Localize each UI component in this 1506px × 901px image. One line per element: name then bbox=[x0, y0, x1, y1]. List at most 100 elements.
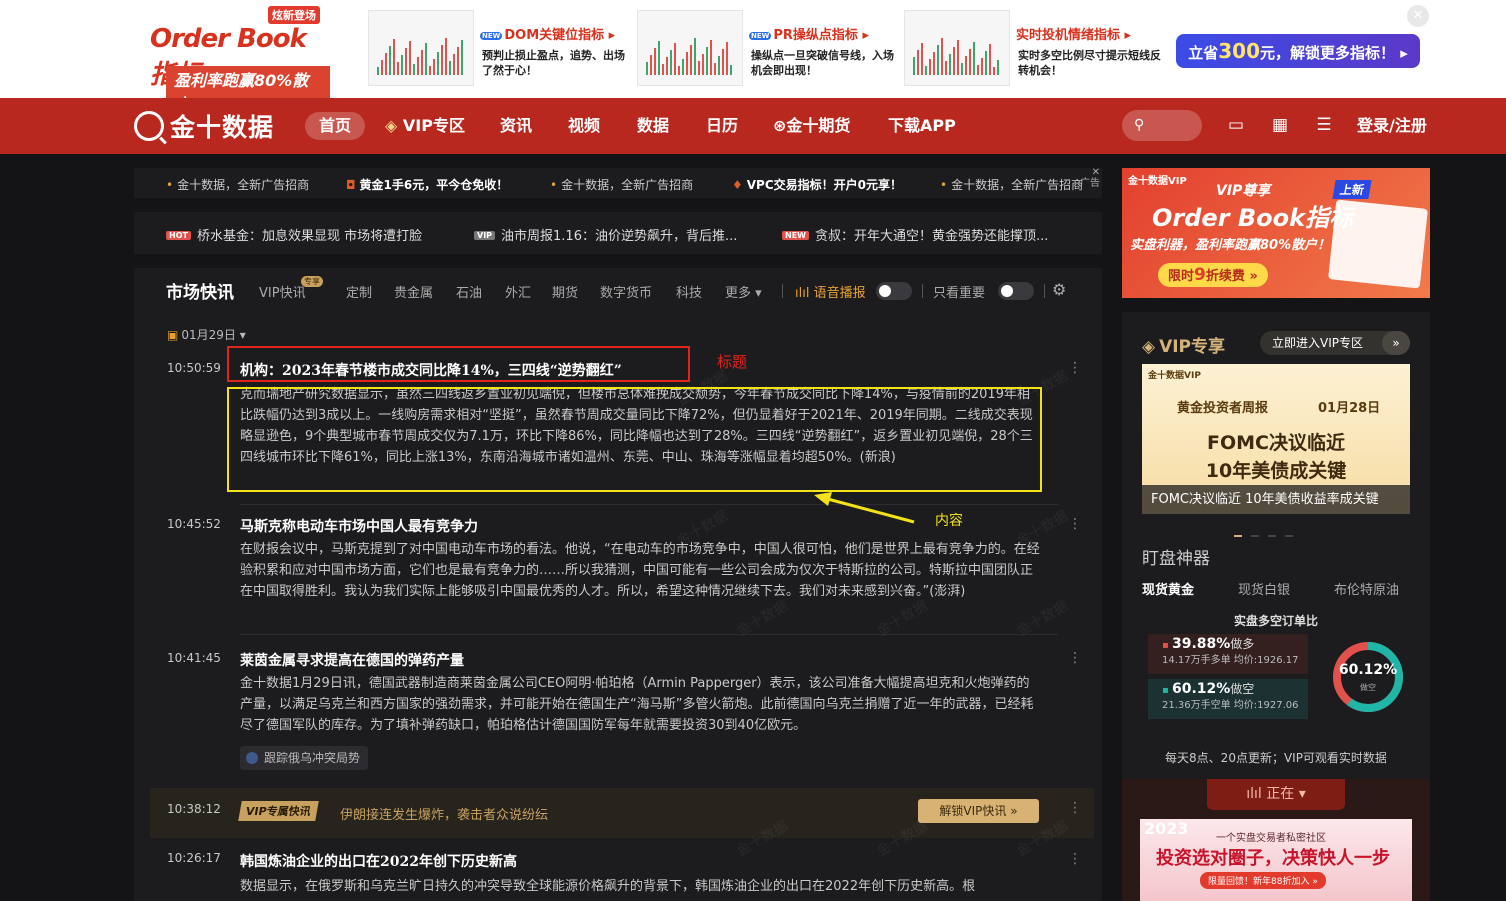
more-icon[interactable]: ⋮ bbox=[1068, 650, 1082, 666]
thumb-bar bbox=[461, 40, 463, 75]
marquee-item[interactable]: ◘ 黄金1手6元，平今仓免收！ bbox=[346, 176, 508, 193]
ad-unlock-button[interactable]: 立省300元，解锁更多指标！ ▸ bbox=[1176, 34, 1420, 68]
ad-card-dom[interactable]: NEW DOM关键位指标 ▸ 预判止损止盈点，追势、出场了然于心！ bbox=[368, 10, 638, 88]
news-title[interactable]: 莱茵金属寻求提高在德国的弹药产量 bbox=[240, 650, 464, 670]
thumb-bar bbox=[957, 40, 959, 75]
tab-tech[interactable]: 科技 bbox=[676, 282, 702, 301]
thumb-bar bbox=[973, 42, 975, 75]
thumb-bar bbox=[969, 49, 971, 75]
marquee-item[interactable]: • 金十数据，全新广告招商 bbox=[166, 176, 309, 193]
thumb-bar bbox=[997, 60, 999, 75]
ad-orderbook-logo[interactable]: 炫新登场 Order Book指标 盈利率跑赢80%散户 bbox=[150, 6, 330, 116]
tab-brent-oil[interactable]: 布伦特原油 bbox=[1334, 579, 1399, 598]
futures-icon: ⊛ bbox=[773, 116, 787, 135]
gold-weekly-card[interactable]: 金十数据VIP 黄金投资者周报 01月28日 FOMC决议临近 10年美债成关键… bbox=[1142, 364, 1410, 514]
nav-home[interactable]: 首页 bbox=[305, 112, 366, 140]
important-only-label: 只看重要 bbox=[933, 286, 986, 301]
menu-icon[interactable]: ☰ bbox=[1313, 114, 1335, 136]
close-icon[interactable]: ✕ bbox=[1407, 5, 1429, 27]
order-ratio-footnote: 每天8点、20点更新；VIP可观看实时数据 bbox=[1165, 751, 1387, 765]
enter-vip-zone-button[interactable]: 立即进入VIP专区» bbox=[1260, 331, 1410, 355]
nav-download-app[interactable]: 下载APP bbox=[888, 112, 956, 140]
thumb-bar bbox=[417, 57, 419, 75]
thumb-bar bbox=[433, 59, 435, 75]
voice-broadcast-toggle[interactable] bbox=[876, 282, 912, 300]
marquee-item[interactable]: • 金十数据，全新广告招商 bbox=[550, 176, 693, 193]
annotation-content-label: 内容 bbox=[935, 513, 963, 529]
tab-crypto[interactable]: 数字货币 bbox=[600, 282, 652, 301]
unlock-vip-button[interactable]: 解锁VIP快讯 » bbox=[918, 799, 1039, 823]
ad-close-icon[interactable]: ✕ 广告 bbox=[1080, 167, 1100, 189]
thumb-bar bbox=[437, 52, 439, 75]
thumb-bar bbox=[937, 45, 939, 75]
side-ad-discount-button[interactable]: 限时9折续费 » bbox=[1158, 263, 1268, 287]
thumb-bar bbox=[702, 54, 704, 75]
thumb-bar bbox=[421, 50, 423, 75]
top-ad-banner[interactable]: 炫新登场 Order Book指标 盈利率跑赢80%散户 NEWDOM关键位指标… bbox=[0, 0, 1506, 116]
thumb-bar bbox=[445, 38, 447, 75]
tab-spot-gold[interactable]: 现货黄金 bbox=[1142, 579, 1194, 598]
voice-broadcast-label: ılıl 语音播报 bbox=[795, 286, 866, 301]
community-ad-button[interactable]: 限量回馈！新年88折加入 » bbox=[1200, 872, 1326, 889]
login-register-link[interactable]: 登录/注册 bbox=[1357, 112, 1427, 140]
search-button[interactable]: ⚲ bbox=[1122, 110, 1202, 141]
thumb-bar bbox=[654, 48, 656, 75]
tab-oil[interactable]: 石油 bbox=[456, 282, 482, 301]
thumb-bar bbox=[413, 64, 415, 75]
thumb-bar bbox=[921, 43, 923, 75]
carousel-dots[interactable] bbox=[1234, 522, 1314, 537]
live-now-tab[interactable]: ılıl 正在 ▾ bbox=[1207, 779, 1345, 810]
tab-forex[interactable]: 外汇 bbox=[505, 282, 531, 301]
order-ratio-title: 实盘多空订单比 bbox=[1233, 614, 1318, 628]
thumb-bar bbox=[726, 42, 728, 75]
nav-futures[interactable]: ⊛金十期货 bbox=[773, 112, 850, 140]
more-icon[interactable]: ⋮ bbox=[1068, 851, 1082, 867]
nav-data[interactable]: 数据 bbox=[637, 112, 669, 140]
thumb-bar bbox=[945, 61, 947, 75]
tab-custom[interactable]: 定制 bbox=[346, 282, 372, 301]
more-icon[interactable]: ⋮ bbox=[1068, 360, 1082, 376]
nav-news[interactable]: 资讯 bbox=[500, 112, 532, 140]
news-title[interactable]: 韩国炼油企业的出口在2022年创下历史新高 bbox=[240, 851, 517, 871]
tab-spot-silver[interactable]: 现货白银 bbox=[1238, 579, 1290, 598]
side-ad-orderbook[interactable]: 金十数据VIP VIP尊享 上新 Order Book指标 实盘利器，盈利率跑赢… bbox=[1122, 168, 1430, 298]
annotation-arrow bbox=[814, 492, 915, 524]
news-time: 10:50:59 bbox=[167, 361, 221, 375]
tab-futures[interactable]: 期货 bbox=[552, 282, 578, 301]
thumb-bar bbox=[377, 67, 379, 75]
side-ad-new-badge: 上新 bbox=[1332, 180, 1372, 199]
news-time: 10:45:52 bbox=[167, 517, 221, 531]
marquee-item[interactable]: • 金十数据，全新广告招商 bbox=[940, 176, 1083, 193]
hot-topic-item[interactable]: HOT 桥水基金：加息效果显现 市场将遭打脸 bbox=[166, 225, 422, 244]
community-ad[interactable]: 2023 一个实盘交易者私密社区 投资选对圈子，决策快人一步 限量回馈！新年88… bbox=[1140, 819, 1412, 901]
date-selector[interactable]: ▣ 01月29日 ▾ bbox=[167, 326, 246, 343]
donut-label: 做空 bbox=[1360, 683, 1376, 692]
more-icon[interactable]: ⋮ bbox=[1068, 800, 1082, 816]
live-tv-icon[interactable]: ▭ bbox=[1225, 114, 1247, 136]
ad-card-pr[interactable]: NEW PR操纵点指标 ▸ 操纵点一旦突破信号线，入场机会即出现！ bbox=[637, 10, 907, 88]
thumb-bar bbox=[718, 56, 720, 75]
topic-tag[interactable]: 跟踪俄乌冲突局势 bbox=[240, 746, 369, 770]
site-logo[interactable]: 金十数据 bbox=[134, 106, 274, 146]
more-icon[interactable]: ⋮ bbox=[1068, 516, 1082, 532]
nav-vip[interactable]: ◈ VIP专区 bbox=[385, 112, 465, 140]
thumb-bar bbox=[925, 66, 927, 75]
news-title[interactable]: 马斯克称电动车市场中国人最有竞争力 bbox=[240, 516, 478, 536]
qrcode-icon[interactable]: ▦ bbox=[1269, 114, 1291, 136]
ad-card-sentiment[interactable]: 实时投机情绪指标 ▸ 实时多空比例尽寸提示短线反转机会！ bbox=[904, 10, 1174, 88]
tab-vip-flash[interactable]: VIP快讯 专享 bbox=[259, 276, 323, 301]
important-only-toggle[interactable] bbox=[998, 282, 1034, 300]
annotation-content-box bbox=[227, 387, 1042, 492]
nav-video[interactable]: 视频 bbox=[568, 112, 600, 140]
hot-topic-item[interactable]: VIP 油市周报1.16：油价逆势飙升，背后推... bbox=[474, 225, 737, 244]
vip-flash-item[interactable]: 10:38:12 VIP专属快讯 伊朗接连发生爆炸，袭击者众说纷纭 解锁VIP快… bbox=[150, 788, 1094, 838]
side-ad-title: Order Book指标 bbox=[1152, 204, 1354, 232]
marquee-item[interactable]: ♦ VPC交易指标！开户0元享！ bbox=[732, 176, 902, 193]
ad-thumb-chart bbox=[368, 10, 474, 86]
gear-icon[interactable]: ⚙ bbox=[1052, 280, 1066, 299]
thumb-bar bbox=[977, 65, 979, 75]
nav-calendar[interactable]: 日历 bbox=[706, 112, 738, 140]
tab-precious-metals[interactable]: 贵金属 bbox=[394, 282, 433, 301]
tab-more[interactable]: 更多 ▾ bbox=[725, 282, 762, 301]
hot-topic-item[interactable]: NEW 贪叔：开年大通空！黄金强势还能撑顶... bbox=[782, 225, 1048, 244]
